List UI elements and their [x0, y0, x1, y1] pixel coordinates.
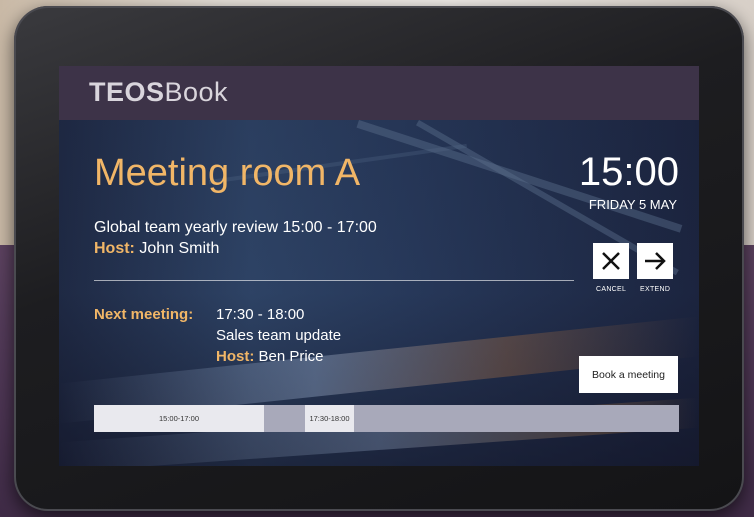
book-meeting-button[interactable]: Book a meeting	[579, 356, 678, 393]
host-label: Host:	[216, 348, 255, 365]
logo-bold: TEOS	[89, 77, 165, 107]
cancel-button[interactable]	[593, 243, 629, 279]
room-booking-screen: TEOSBook Meeting room A 15:00 FRIDAY 5 M…	[59, 66, 699, 466]
current-meeting-title: Global team yearly review 15:00 - 17:00	[94, 219, 377, 236]
current-meeting-host: Host: John Smith	[94, 240, 219, 258]
day-timeline[interactable]: 15:00-17:00 17:30-18:00	[94, 405, 679, 432]
logo-light: Book	[164, 77, 229, 107]
next-meeting-host: Host: Ben Price	[216, 348, 324, 365]
room-name: Meeting room A	[94, 152, 361, 194]
app-logo: TEOSBook	[89, 77, 228, 108]
host-label: Host:	[94, 240, 135, 257]
host-name: John Smith	[134, 240, 220, 257]
close-icon	[602, 252, 620, 270]
top-bar: TEOSBook	[59, 66, 699, 120]
clock-time: 15:00	[578, 150, 679, 194]
timeline-slot[interactable]: 15:00-17:00	[94, 405, 264, 432]
next-meeting-title: Sales team update	[216, 327, 342, 344]
extend-button[interactable]	[637, 243, 673, 279]
clock-date: FRIDAY 5 MAY	[588, 197, 677, 212]
divider	[94, 280, 574, 281]
next-meeting-label: Next meeting:	[94, 306, 194, 323]
cancel-caption: CANCEL	[596, 286, 627, 293]
extend-caption: EXTEND	[640, 286, 671, 293]
arrow-right-icon	[645, 252, 666, 270]
next-meeting-time: 17:30 - 18:00	[216, 306, 305, 323]
timeline-slot[interactable]: 17:30-18:00	[305, 405, 354, 432]
host-name: Ben Price	[254, 348, 324, 365]
